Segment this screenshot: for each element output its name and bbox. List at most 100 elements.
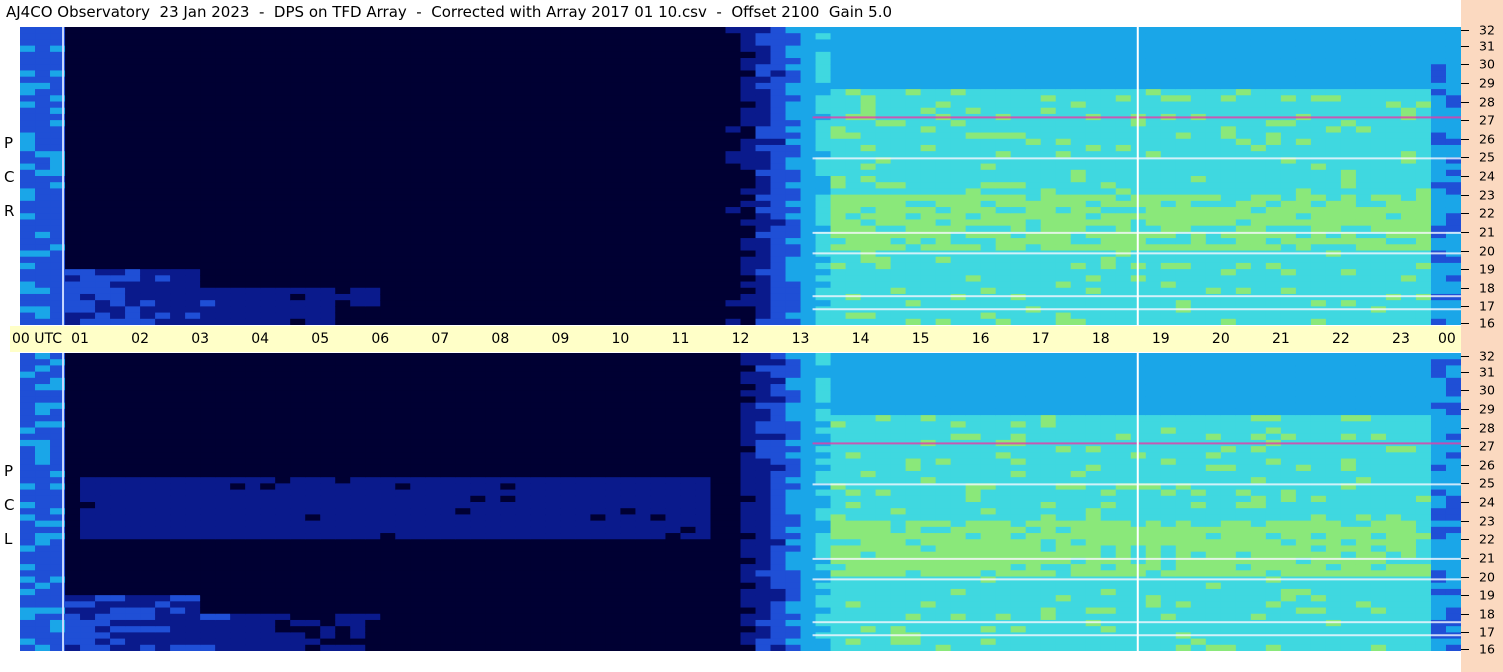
- heatmap-cell: [1190, 293, 1207, 301]
- heatmap-cell: [1115, 70, 1132, 78]
- heatmap-cell: [350, 207, 366, 214]
- heatmap-cell: [1310, 275, 1327, 283]
- heatmap-cell: [1040, 58, 1057, 65]
- heatmap-cell: [1265, 89, 1282, 96]
- heatmap-cell: [1070, 76, 1087, 84]
- heatmap-cell: [1310, 163, 1327, 171]
- heatmap-cell: [650, 163, 667, 171]
- heatmap-cell: [1055, 269, 1072, 276]
- heatmap-cell: [1115, 126, 1132, 134]
- heatmap-cell: [320, 231, 336, 239]
- heatmap-cell: [35, 526, 51, 534]
- heatmap-cell: [1160, 144, 1177, 152]
- heatmap-cell: [725, 318, 742, 325]
- heatmap-cell: [1265, 213, 1282, 221]
- heatmap-cell: [515, 157, 531, 165]
- heatmap-cell: [1385, 39, 1402, 47]
- heatmap-cell: [305, 107, 321, 115]
- heatmap-cell: [275, 120, 291, 127]
- heatmap-cell: [755, 306, 772, 314]
- heatmap-cell: [215, 76, 231, 84]
- heatmap-cell: [290, 113, 306, 121]
- heatmap-cell: [1145, 120, 1162, 127]
- heatmap-cell: [80, 384, 96, 391]
- heatmap-cell: [155, 39, 171, 47]
- heatmap-cell: [65, 306, 81, 314]
- heatmap-cell: [1220, 33, 1237, 41]
- heatmap-cell: [1070, 182, 1087, 190]
- heatmap-cell: [95, 151, 111, 158]
- heatmap-cell: [470, 163, 486, 171]
- heatmap-cell: [1235, 256, 1252, 264]
- heatmap-cell: [95, 533, 111, 540]
- heatmap-cell: [530, 64, 546, 72]
- heatmap-cell: [365, 163, 381, 171]
- heatmap-cell: [350, 120, 366, 127]
- heatmap-cell: [170, 89, 186, 96]
- heatmap-cell: [215, 132, 231, 140]
- heatmap-cell: [935, 219, 952, 227]
- heatmap-cell: [1385, 82, 1402, 90]
- heatmap-cell: [515, 281, 531, 289]
- heatmap-cell: [1025, 64, 1042, 72]
- heatmap-cell: [710, 82, 727, 90]
- heatmap-cell: [320, 27, 336, 34]
- heatmap-cell: [1100, 138, 1117, 146]
- heatmap-cell: [635, 300, 652, 307]
- heatmap-cell: [1400, 132, 1417, 140]
- heatmap-cell: [1355, 312, 1372, 320]
- heatmap-cell: [110, 89, 126, 96]
- heatmap-cell: [800, 144, 817, 152]
- heatmap-cell: [755, 82, 772, 90]
- heatmap-cell: [725, 188, 742, 196]
- heatmap-cell: [65, 520, 81, 528]
- heatmap-cell: [905, 76, 922, 84]
- heatmap-cell: [1025, 293, 1042, 301]
- heatmap-cell: [575, 281, 591, 289]
- heatmap-cell: [800, 225, 817, 233]
- heatmap-cell: [515, 312, 531, 320]
- heatmap-cell: [200, 157, 216, 165]
- heatmap-cell: [905, 312, 922, 320]
- heatmap-cell: [95, 433, 111, 441]
- heatmap-cell: [1220, 138, 1237, 146]
- heatmap-cell: [515, 51, 531, 59]
- heatmap-cell: [35, 176, 51, 183]
- heatmap-cell: [1340, 312, 1357, 320]
- heatmap-cell: [35, 520, 51, 528]
- heatmap-cell: [1025, 132, 1042, 140]
- heatmap-cell: [35, 262, 51, 270]
- heatmap-cell: [1055, 45, 1072, 53]
- heatmap-cell: [35, 502, 51, 509]
- heatmap-cell: [1310, 76, 1327, 84]
- heatmap-cell: [260, 120, 276, 127]
- heatmap-cell: [1070, 262, 1087, 270]
- heatmap-cell: [605, 70, 622, 78]
- heatmap-cell: [245, 250, 261, 258]
- heatmap-cell: [1265, 76, 1282, 84]
- heatmap-cell: [1025, 176, 1042, 183]
- heatmap-cell: [1310, 126, 1327, 134]
- heatmap-cell: [920, 200, 937, 208]
- heatmap-cell: [260, 45, 276, 53]
- heatmap-cell: [1040, 151, 1057, 158]
- heatmap-cell: [1355, 225, 1372, 233]
- heatmap-cell: [95, 551, 111, 559]
- heatmap-cell: [290, 51, 306, 59]
- heatmap-cell: [230, 64, 246, 72]
- heatmap-cell: [65, 576, 81, 584]
- heatmap-cell: [320, 107, 336, 115]
- heatmap-cell: [110, 275, 126, 283]
- heatmap-cell: [575, 256, 591, 264]
- heatmap-cell: [1355, 244, 1372, 252]
- heatmap-cell: [1025, 58, 1042, 65]
- heatmap-cell: [365, 113, 381, 121]
- heatmap-cell: [110, 626, 126, 633]
- heatmap-cell: [980, 101, 997, 109]
- heatmap-cell: [35, 390, 51, 398]
- heatmap-cell: [440, 126, 456, 134]
- heatmap-cell: [200, 281, 216, 289]
- heatmap-cell: [290, 132, 306, 140]
- heatmap-cell: [260, 163, 276, 171]
- heatmap-cell: [335, 101, 351, 109]
